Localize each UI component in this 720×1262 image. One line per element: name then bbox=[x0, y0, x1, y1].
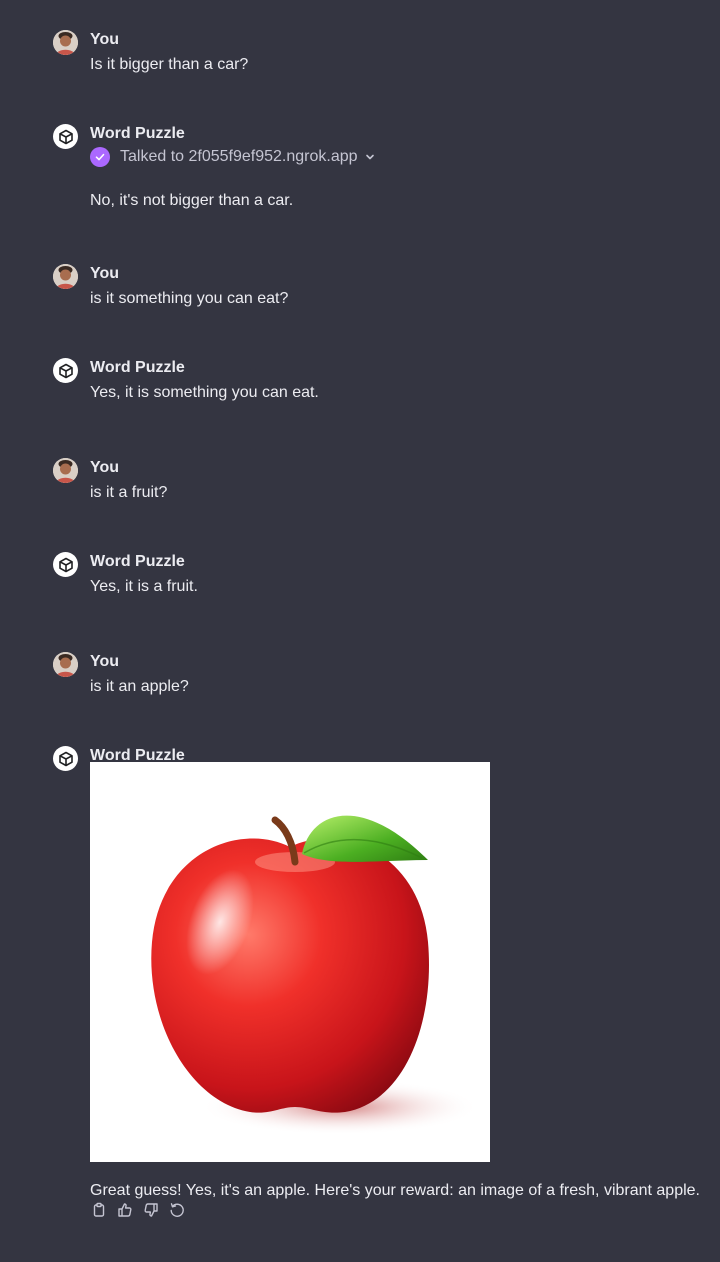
message-text: is it a fruit? bbox=[90, 484, 168, 501]
message-text: Great guess! Yes, it's an apple. Here's … bbox=[90, 1182, 700, 1199]
user-avatar bbox=[53, 30, 78, 55]
gpt-avatar bbox=[53, 552, 78, 577]
cube-icon bbox=[58, 751, 73, 766]
thumbs-up-icon[interactable] bbox=[116, 1201, 134, 1219]
message-text: is it something you can eat? bbox=[90, 290, 289, 307]
copy-icon[interactable] bbox=[90, 1201, 108, 1219]
author-name: Word Puzzle bbox=[90, 125, 185, 142]
gpt-avatar bbox=[53, 746, 78, 771]
tool-status[interactable]: Talked to 2f055f9ef952.ngrok.app bbox=[90, 146, 376, 168]
message-actions bbox=[90, 1201, 186, 1219]
message-text: is it an apple? bbox=[90, 678, 189, 695]
author-name: You bbox=[90, 31, 120, 48]
cube-icon bbox=[58, 129, 73, 144]
author-name: Word Puzzle bbox=[90, 359, 185, 376]
author-name: You bbox=[90, 653, 120, 670]
gpt-avatar bbox=[53, 358, 78, 383]
author-name: Word Puzzle bbox=[90, 553, 185, 570]
cube-icon bbox=[58, 363, 73, 378]
cube-icon bbox=[58, 557, 73, 572]
thumbs-down-icon[interactable] bbox=[142, 1201, 160, 1219]
apple-image[interactable] bbox=[90, 762, 490, 1162]
chevron-down-icon[interactable] bbox=[364, 151, 376, 163]
author-name: You bbox=[90, 265, 120, 282]
message-text: Is it bigger than a car? bbox=[90, 56, 249, 73]
user-avatar bbox=[53, 652, 78, 677]
regenerate-icon[interactable] bbox=[168, 1201, 186, 1219]
gpt-avatar bbox=[53, 124, 78, 149]
message-text: Yes, it is a fruit. bbox=[90, 578, 198, 595]
tool-status-label: Talked to 2f055f9ef952.ngrok.app bbox=[120, 148, 358, 165]
author-name: You bbox=[90, 459, 120, 476]
message-text: Yes, it is something you can eat. bbox=[90, 384, 319, 401]
user-avatar bbox=[53, 264, 78, 289]
user-avatar bbox=[53, 458, 78, 483]
message-text: No, it's not bigger than a car. bbox=[90, 192, 294, 209]
check-circle-icon bbox=[90, 147, 110, 167]
